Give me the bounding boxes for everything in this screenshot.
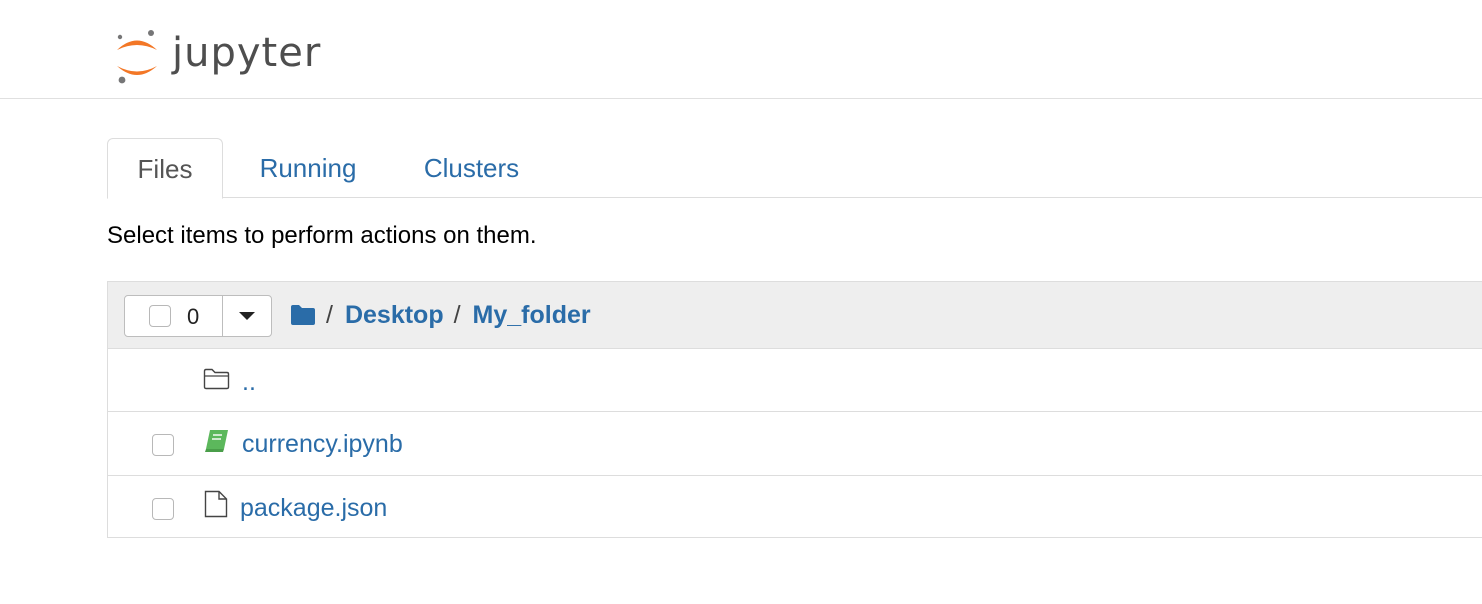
jupyter-logo-icon: [112, 26, 162, 86]
row-checkbox[interactable]: [152, 434, 174, 456]
breadcrumb-separator: /: [326, 300, 333, 329]
list-item-parent-dir[interactable]: ..: [108, 348, 1482, 412]
folder-outline-icon: [203, 368, 230, 395]
breadcrumb-separator: /: [453, 300, 461, 329]
tab-clusters[interactable]: Clusters: [414, 138, 529, 197]
list-item-package[interactable]: package.json: [108, 476, 1482, 540]
select-all-button[interactable]: 0: [125, 296, 223, 336]
file-link-currency[interactable]: currency.ipynb: [242, 430, 403, 459]
list-item-currency[interactable]: currency.ipynb: [108, 412, 1482, 476]
help-text: Select items to perform actions on them.: [107, 222, 537, 249]
file-icon: [204, 490, 228, 523]
select-all-checkbox[interactable]: [149, 305, 171, 327]
caret-down-icon: [239, 312, 255, 320]
tab-running[interactable]: Running: [247, 138, 369, 197]
row-checkbox[interactable]: [152, 498, 174, 520]
header-bar: jupyter: [0, 0, 1482, 99]
notebook-icon: [203, 429, 230, 458]
select-menu-toggle[interactable]: [223, 296, 271, 336]
file-list-panel: 0 / Desktop / My_folder .. currency.ipyn…: [107, 281, 1482, 538]
file-link-package[interactable]: package.json: [240, 494, 387, 523]
jupyter-logo[interactable]: jupyter: [112, 26, 321, 86]
parent-dir-link[interactable]: ..: [242, 368, 256, 397]
select-all-dropdown: 0: [124, 295, 272, 337]
logo-text: jupyter: [172, 30, 322, 76]
breadcrumb-my-folder[interactable]: My_folder: [473, 301, 591, 330]
tab-bar: Files Running Clusters: [107, 138, 1482, 199]
home-folder-icon[interactable]: [290, 304, 316, 326]
breadcrumb: / Desktop / My_folder: [290, 298, 591, 332]
file-list-toolbar: 0 / Desktop / My_folder: [108, 282, 1482, 349]
selected-count: 0: [187, 304, 200, 329]
tab-files[interactable]: Files: [107, 138, 223, 199]
breadcrumb-desktop[interactable]: Desktop: [345, 301, 444, 330]
